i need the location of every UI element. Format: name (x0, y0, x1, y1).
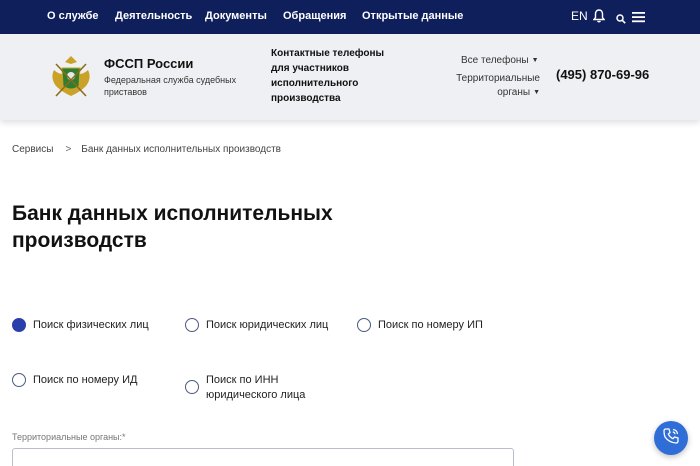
menu-icon[interactable] (632, 10, 645, 28)
language-switch[interactable]: EN (571, 9, 588, 23)
nav-item-activity[interactable]: Деятельность (115, 10, 192, 22)
nav-item-appeals[interactable]: Обращения (283, 10, 346, 22)
breadcrumb-separator: > (65, 144, 72, 155)
radio-search-legal-entities[interactable]: Поиск юридических лиц (185, 318, 328, 333)
radio-search-by-inn[interactable]: Поиск по ИНН юридического лица (185, 373, 335, 403)
radio-unchecked-icon (12, 373, 26, 387)
radio-label: Поиск по номеру ИП (378, 319, 483, 331)
caret-down-icon: ▼ (531, 57, 539, 64)
radio-checked-icon (12, 318, 26, 332)
org-subtitle: Федеральная служба судебных приставов (104, 75, 237, 97)
territorial-bodies-select[interactable] (12, 448, 514, 466)
radio-search-individuals[interactable]: Поиск физических лиц (12, 318, 149, 333)
nav-item-open-data[interactable]: Открытые данные (362, 10, 463, 22)
hotline-phone[interactable]: (495) 870-69-96 (556, 67, 649, 82)
caret-down-icon: ▼ (533, 89, 540, 96)
radio-unchecked-icon (357, 318, 371, 332)
top-navigation: О службе Деятельность Документы Обращени… (0, 0, 700, 34)
search-icon[interactable] (616, 11, 626, 29)
breadcrumb: Сервисы > Банк данных исполнительных произ… (12, 144, 281, 155)
radio-label: Поиск физических лиц (33, 319, 149, 331)
radio-search-by-id-number[interactable]: Поиск по номеру ИД (12, 373, 137, 388)
site-header: ФССП России Федеральная служба судебных … (0, 34, 700, 120)
page-title: Банк данных исполнительных производств (12, 202, 333, 252)
radio-unchecked-icon (185, 318, 199, 332)
territorial-bodies-field-label: Территориальные органы:* (12, 432, 126, 442)
bell-icon[interactable] (592, 9, 606, 28)
phone-icon (662, 427, 680, 450)
radio-label: Поиск по номеру ИД (33, 374, 138, 386)
radio-label: Поиск юридических лиц (206, 319, 329, 331)
contacts-title: Контактные телефоны для участников испол… (271, 48, 385, 104)
org-name[interactable]: ФССП России (104, 56, 193, 71)
all-phones-label: Все телефоны (461, 55, 529, 66)
nav-item-documents[interactable]: Документы (205, 10, 267, 22)
all-phones-dropdown[interactable]: Все телефоны ▼ (461, 54, 539, 68)
radio-search-by-ip-number[interactable]: Поиск по номеру ИП (357, 318, 483, 333)
breadcrumb-current: Банк данных исполнительных производств (81, 144, 281, 155)
call-button[interactable] (654, 421, 688, 455)
territorial-bodies-dropdown[interactable]: Территориальные органы ▼ (440, 72, 540, 100)
radio-label: Поиск по ИНН юридического лица (206, 374, 306, 401)
territorial-bodies-label: Территориальные органы (456, 73, 540, 98)
fssp-emblem-logo[interactable] (48, 52, 94, 104)
radio-unchecked-icon (185, 380, 199, 394)
breadcrumb-services[interactable]: Сервисы (12, 144, 53, 155)
nav-item-about[interactable]: О службе (47, 10, 99, 22)
